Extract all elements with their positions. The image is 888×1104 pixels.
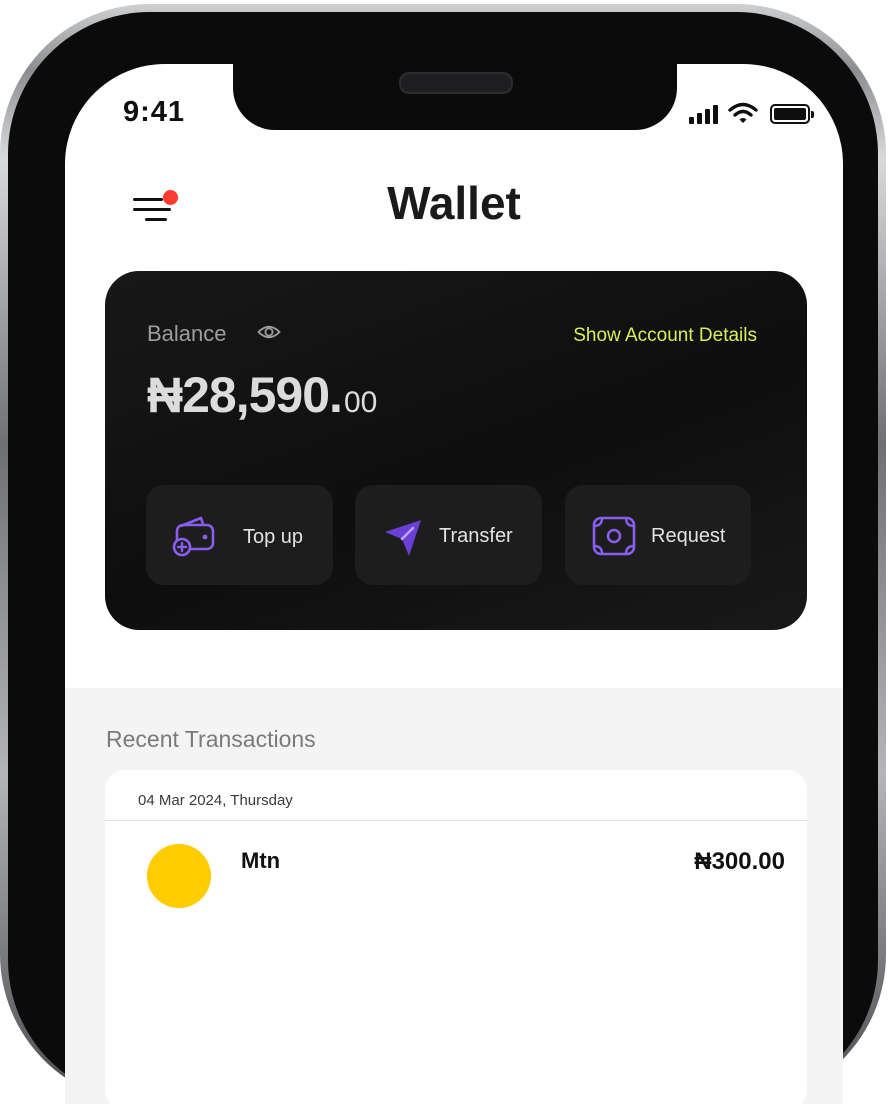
phone-frame: 9:41 Wallet Balance Show Account Details… xyxy=(0,4,886,1104)
date-header: 04 Mar 2024, Thursday xyxy=(138,792,293,809)
balance-label: Balance xyxy=(147,321,227,346)
cellular-signal-icon xyxy=(689,104,718,124)
phone-bezel: 9:41 Wallet Balance Show Account Details… xyxy=(8,12,878,1104)
divider xyxy=(105,820,807,821)
show-account-details-link[interactable]: Show Account Details xyxy=(573,325,757,347)
wallet-add-icon xyxy=(172,516,215,557)
transactions-card: 04 Mar 2024, Thursday Mtn ₦300.00 xyxy=(105,770,807,1104)
top-up-label: Top up xyxy=(243,526,304,548)
request-button[interactable]: Request xyxy=(565,485,751,585)
status-icons xyxy=(689,102,814,124)
page-title: Wallet xyxy=(387,177,521,229)
app-screen: 9:41 Wallet Balance Show Account Details… xyxy=(65,64,843,1104)
eye-icon[interactable] xyxy=(257,320,281,344)
top-up-button[interactable]: Top up xyxy=(146,485,333,585)
transaction-amount: ₦300.00 xyxy=(694,848,785,875)
transaction-name: Mtn xyxy=(241,848,281,873)
battery-icon xyxy=(770,104,814,124)
balance-amount-main: ₦28,590. xyxy=(147,367,343,423)
notch xyxy=(233,64,677,130)
balance-amount: ₦28,590.00 xyxy=(147,366,377,424)
section-title: Recent Transactions xyxy=(106,726,316,752)
transfer-button[interactable]: Transfer xyxy=(355,485,542,585)
balance-card: Balance Show Account Details ₦28,590.00 xyxy=(105,271,807,630)
recent-transactions-section: Recent Transactions 04 Mar 2024, Thursda… xyxy=(65,688,843,1104)
merchant-avatar xyxy=(147,844,211,908)
cash-request-icon xyxy=(592,516,636,556)
request-label: Request xyxy=(651,525,726,547)
status-time: 9:41 xyxy=(123,96,186,128)
transfer-label: Transfer xyxy=(439,525,513,547)
send-icon xyxy=(385,520,421,556)
speaker-grille xyxy=(399,72,513,94)
balance-amount-cents: 00 xyxy=(343,386,378,419)
wifi-icon xyxy=(728,102,758,123)
